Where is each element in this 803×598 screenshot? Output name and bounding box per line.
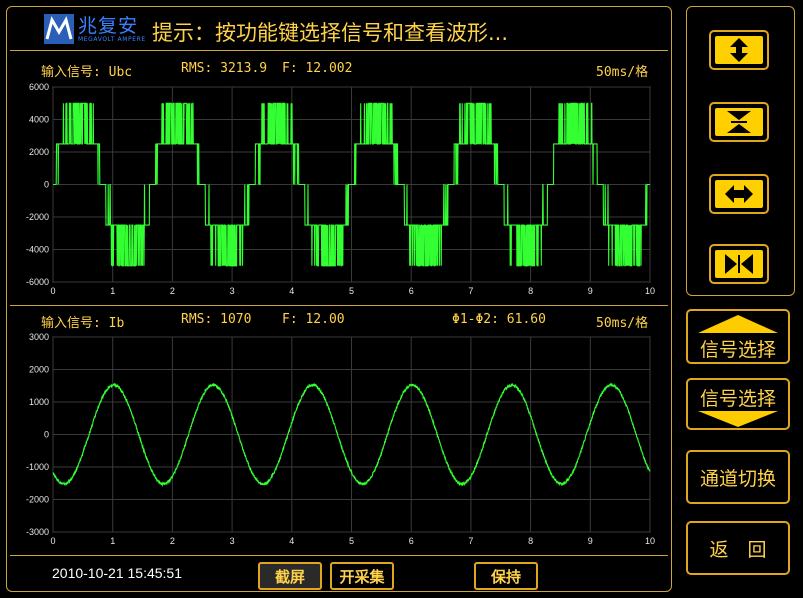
plot1-rms: RMS: 3213.9 <box>181 61 268 76</box>
x-tick-label: 3 <box>230 286 235 296</box>
y-tick-label: 3000 <box>29 332 49 342</box>
vertical-compress-icon <box>727 111 751 133</box>
x-tick-label: 4 <box>289 536 294 546</box>
current-waveform-chart: 0 1 2 3 4 5 6 7 8 9 10 3000 2000 1000 0 -1000 -2000 -3000 <box>26 332 655 546</box>
plot1-timebase: 50ms/格 <box>596 65 649 80</box>
x-tick-label: 1 <box>110 286 115 296</box>
y-tick-label: -2000 <box>26 495 49 505</box>
hold-button[interactable]: 保持 <box>474 562 538 590</box>
x-tick-label: 0 <box>50 536 55 546</box>
channel-switch-button[interactable]: 通道切换 <box>686 450 790 504</box>
plot1-freq: F: 12.002 <box>282 61 353 76</box>
x-tick-label: 9 <box>588 286 593 296</box>
screenshot-label: 截屏 <box>274 567 305 586</box>
divider <box>10 305 668 306</box>
arrow-up-icon <box>698 315 778 333</box>
x-tick-label: 3 <box>230 536 235 546</box>
datetime-readout: 2010-10-21 15:45:51 <box>52 565 182 581</box>
x-tick-label: 1 <box>110 536 115 546</box>
brand-logo: 兆复安 MEGAVOLT AMPERE <box>36 11 156 51</box>
plot2-label: 输入信号: Ib <box>41 316 125 331</box>
x-tick-label: 4 <box>289 286 294 296</box>
y-tick-label: -1000 <box>26 462 49 472</box>
plot2-phase: Φ1-Φ2: 61.60 <box>452 312 546 327</box>
y-tick-label: 2000 <box>29 365 49 375</box>
signal-prev-label: 信号选择 <box>699 339 776 361</box>
arrow-down-icon <box>698 411 778 427</box>
x-tick-label: 10 <box>645 286 655 296</box>
x-tick-label: 5 <box>349 286 354 296</box>
y-tick-label: 2000 <box>29 147 49 157</box>
screenshot-button[interactable]: 截屏 <box>258 562 322 590</box>
x-tick-label: 2 <box>170 286 175 296</box>
x-tick-label: 2 <box>170 536 175 546</box>
signal-next-label: 信号选择 <box>699 388 776 410</box>
start-acquisition-label: 开采集 <box>339 567 385 586</box>
x-tick-label: 5 <box>349 536 354 546</box>
back-button[interactable]: 返 回 <box>686 521 790 575</box>
y-tick-label: 0 <box>44 430 49 440</box>
horizontal-expand-button[interactable] <box>709 174 769 214</box>
plot2-rms: RMS: 1070 <box>181 312 252 327</box>
horizontal-expand-icon <box>725 185 753 203</box>
channel-switch-label: 通道切换 <box>699 467 776 490</box>
plot1-label: 输入信号: Ubc <box>41 65 133 80</box>
horizontal-compress-button[interactable] <box>709 244 769 284</box>
divider <box>10 555 668 556</box>
x-tick-label: 10 <box>645 536 655 546</box>
x-tick-label: 7 <box>468 536 473 546</box>
plot2-timebase: 50ms/格 <box>596 316 649 331</box>
x-tick-label: 8 <box>528 286 533 296</box>
signal-prev-button[interactable]: 信号选择 <box>686 309 790 364</box>
x-tick-label: 7 <box>468 286 473 296</box>
y-tick-label: -2000 <box>26 212 49 222</box>
divider <box>10 50 668 51</box>
y-tick-label: 4000 <box>29 115 49 125</box>
plot2-freq: F: 12.00 <box>282 312 345 327</box>
y-tick-label: 6000 <box>29 82 49 92</box>
x-tick-label: 6 <box>409 536 414 546</box>
logo-mark-icon <box>44 14 74 44</box>
x-tick-label: 0 <box>50 286 55 296</box>
x-tick-label: 8 <box>528 536 533 546</box>
vertical-compress-button[interactable] <box>709 102 769 142</box>
y-tick-label: -6000 <box>26 277 49 287</box>
y-tick-label: -4000 <box>26 245 49 255</box>
title-bar: 兆复安 MEGAVOLT AMPERE 提示：按功能键选择信号和查看波形... <box>10 10 668 50</box>
y-tick-label: 0 <box>44 180 49 190</box>
x-tick-label: 6 <box>409 286 414 296</box>
y-tick-label: -3000 <box>26 527 49 537</box>
horizontal-compress-icon <box>725 254 753 274</box>
logo-text: 兆复安 <box>78 15 139 37</box>
start-acquisition-button[interactable]: 开采集 <box>330 562 394 590</box>
hint-text: 提示：按功能键选择信号和查看波形... <box>152 21 509 45</box>
voltage-waveform-chart: 0 1 2 3 4 5 6 7 8 9 10 6000 4000 2000 0 -2000 -4000 -6000 <box>26 82 655 296</box>
x-tick-label: 9 <box>588 536 593 546</box>
back-label: 返 回 <box>709 538 767 561</box>
vertical-expand-icon <box>730 38 748 62</box>
y-tick-label: 1000 <box>29 397 49 407</box>
signal-next-button[interactable]: 信号选择 <box>686 378 790 430</box>
logo-subtext: MEGAVOLT AMPERE <box>78 36 146 43</box>
hold-label: 保持 <box>490 567 521 586</box>
vertical-expand-button[interactable] <box>709 30 769 70</box>
